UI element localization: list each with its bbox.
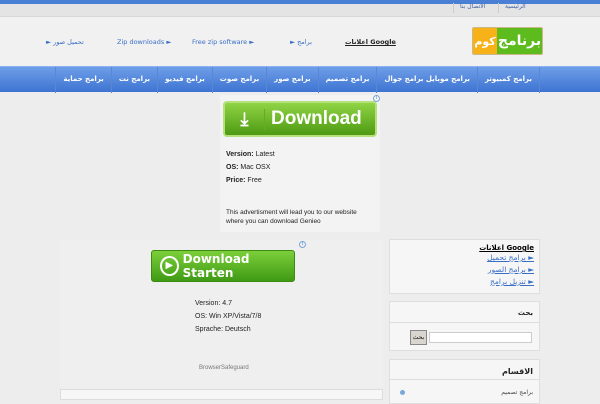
search-button[interactable]: بحث: [410, 330, 427, 345]
nav-item-video[interactable]: برامج فيديو: [157, 67, 212, 93]
main-nav: برامج كمبيوتر برامج موبايل برامج جوال بر…: [0, 66, 600, 93]
price-value: Free: [247, 177, 262, 184]
play-icon: ▶: [160, 256, 179, 276]
sidebar-google-ads: اعلانات Google ► برامج تحميل ► برامج الص…: [389, 239, 540, 294]
download-button[interactable]: ⤓ Download: [223, 101, 377, 137]
nav-item-design[interactable]: برامج تصميم: [317, 67, 377, 93]
sidebar-ad-link[interactable]: ► برامج الصور: [390, 264, 539, 276]
download-starten-label: Download Starten: [182, 252, 250, 280]
os-label: OS:: [226, 164, 239, 171]
rss-bullet-icon: [400, 390, 405, 395]
categories-title: الاقسام: [390, 360, 539, 380]
nav-item-images[interactable]: برامج صور: [266, 67, 317, 93]
header-link-programs[interactable]: ► برامج: [290, 38, 312, 46]
ad-note: This advertisment will lead you to our w…: [226, 209, 357, 225]
version-label: Version:: [226, 151, 254, 158]
nav-item-internet[interactable]: برامج نت: [110, 67, 157, 93]
top-link-home[interactable]: الرئيسية: [498, 3, 532, 13]
nav-item-mobile[interactable]: برامج موبايل برامج جوال: [376, 67, 477, 93]
ad-brand: BrowserSafeguard: [199, 365, 249, 371]
google-ads-label[interactable]: اعلانات Google: [345, 38, 396, 46]
sidebar-ad-link[interactable]: ► برامج تحميل: [390, 252, 539, 264]
search-title: بحث: [390, 302, 539, 323]
sidebar-google-ads-title: اعلانات Google: [479, 244, 534, 252]
logo-part-programs: برنامج: [497, 28, 542, 54]
download-starten-button[interactable]: ▶ Download Starten: [151, 250, 295, 282]
ad-info-icon[interactable]: i: [299, 241, 306, 248]
header-link-image-download[interactable]: ► تحميل صور: [46, 38, 84, 46]
nav-item-audio[interactable]: برامج صوت: [211, 67, 266, 93]
post-box: [60, 389, 383, 400]
logo-part-com: كوم: [473, 28, 497, 54]
sidebar-categories: الاقسام برامج تصميم: [389, 359, 540, 404]
sidebar-search: بحث بحث: [389, 301, 540, 351]
price-label: Price:: [226, 177, 246, 184]
top-link-contact[interactable]: الاتصال بنا: [453, 3, 491, 13]
os-value: Mac OSX: [240, 164, 271, 171]
sidebar-ad-link[interactable]: ► تنزيل برامج: [390, 276, 539, 288]
search-input[interactable]: [429, 332, 532, 343]
download-button-label: Download: [271, 108, 362, 129]
site-logo[interactable]: كوم برنامج: [472, 27, 543, 55]
nav-item-security[interactable]: برامج حماية: [55, 67, 110, 93]
advert-browsersafeguard: i ▶ Download Starten Version: 4.7 OS: Wi…: [60, 240, 383, 388]
version-value: Latest: [255, 151, 275, 158]
nav-item-computer[interactable]: برامج كمبيوتر: [476, 67, 540, 93]
language-text: Sprache: Deutsch: [195, 326, 251, 333]
header-link-zip-downloads[interactable]: Zip downloads ►: [117, 38, 171, 46]
version-text: Version: 4.7: [195, 300, 232, 307]
advert-genieo: i ⤓ Download Version: Latest OS: Mac OSX…: [220, 95, 380, 232]
header-link-free-zip[interactable]: Free zip software ►: [192, 38, 254, 46]
category-item[interactable]: برامج تصميم: [501, 389, 533, 396]
download-arrow-icon: ⤓: [225, 108, 265, 130]
os-text: OS: Win XP/Vista/7/8: [195, 313, 262, 320]
